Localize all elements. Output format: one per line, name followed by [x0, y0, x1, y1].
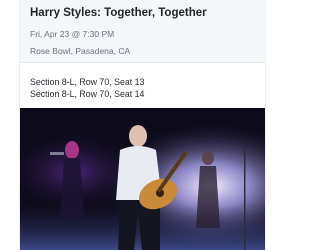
- event-datetime: Fri, Apr 23 @ 7:30 PM: [30, 29, 115, 39]
- seat-item: Section 8-L, Row 70, Seat 14: [30, 89, 145, 99]
- seat-list: Section 8-L, Row 70, Seat 13 Section 8-L…: [20, 63, 265, 107]
- event-venue: Rose Bowl, Pasadena, CA: [30, 46, 131, 56]
- event-title: Harry Styles: Together, Together: [30, 7, 207, 19]
- seat-item: Section 8-L, Row 70, Seat 13: [30, 77, 145, 87]
- concert-photo: [20, 108, 265, 250]
- event-header: Harry Styles: Together, Together Fri, Ap…: [20, 0, 265, 62]
- mic-stand: [244, 148, 246, 250]
- ticket-card[interactable]: Harry Styles: Together, Together Fri, Ap…: [19, 0, 266, 250]
